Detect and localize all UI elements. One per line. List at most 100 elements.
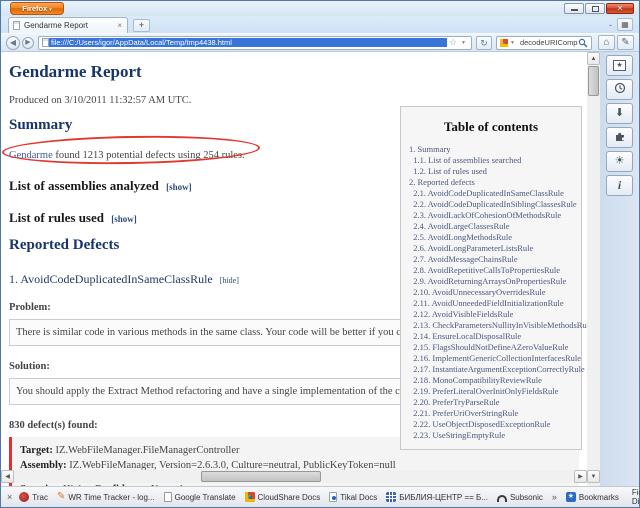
toc-item[interactable]: 2. Reported defects: [409, 177, 573, 188]
toc-item[interactable]: 2.6. AvoidLongParameterListsRule: [409, 243, 573, 254]
bookmark-trac[interactable]: Trac: [19, 492, 48, 502]
toc-item[interactable]: 2.11. AvoidUnneededFieldInitializationRu…: [409, 298, 573, 309]
gendarme-link[interactable]: Gendarme: [9, 150, 53, 161]
fiddler-status[interactable]: Fiddler: Disabled: [632, 488, 640, 506]
extension-button[interactable]: ✎: [617, 35, 634, 50]
toc-item[interactable]: 1.1. List of assemblies searched: [409, 155, 573, 166]
back-button[interactable]: ◀: [6, 35, 20, 50]
info-button[interactable]: i: [606, 175, 633, 196]
arrow-left-icon: ◀: [9, 37, 17, 47]
rules-show-link[interactable]: [show]: [111, 214, 137, 224]
bookmark-star-icon[interactable]: ☆: [449, 37, 457, 48]
bookmark-tikal-docs[interactable]: Tikal Docs: [329, 492, 377, 502]
scroll-left-icon[interactable]: ◀: [1, 470, 14, 483]
tikal-docs-icon: [329, 492, 338, 502]
scroll-right-icon[interactable]: ▶: [574, 470, 587, 483]
addons-button[interactable]: [606, 127, 633, 148]
maximize-button[interactable]: [585, 3, 605, 14]
minimize-icon: [570, 9, 578, 11]
sun-gear-icon: ☀: [614, 155, 625, 167]
bookmark-cloudshare-docs[interactable]: CloudShare Docs: [244, 492, 320, 502]
url-input[interactable]: file:///C:/Users/igor/AppData/Local/Temp…: [49, 38, 447, 47]
toc-item[interactable]: 2.21. PreferUriOverStringRule: [409, 408, 573, 419]
toc-item[interactable]: 2.5. AvoidLongMethodsRule: [409, 232, 573, 243]
feather-icon: ✎: [56, 491, 66, 502]
bookmark-wr-time-tracker[interactable]: ✎ WR Time Tracker - log...: [57, 492, 155, 502]
search-magnifier-icon[interactable]: [578, 38, 588, 48]
new-tab-button[interactable]: +: [133, 19, 150, 32]
toc-item[interactable]: 2.1. AvoidCodeDuplicatedInSameClassRule: [409, 188, 573, 199]
settings-button[interactable]: ☀: [606, 151, 633, 172]
vertical-scroll-thumb[interactable]: [588, 66, 599, 96]
maximize-icon: [591, 5, 599, 12]
forward-button[interactable]: ▶: [22, 36, 34, 49]
toc-item[interactable]: 1. Summary: [409, 144, 573, 155]
grid-icon: ▦: [621, 20, 629, 29]
tab-title: Gendarme Report: [24, 21, 89, 30]
addon-bar-close-icon[interactable]: ×: [7, 492, 12, 502]
toc-item[interactable]: 2.13. CheckParametersNullityInVisibleMet…: [409, 320, 587, 331]
scroll-down-icon[interactable]: ▼: [587, 470, 600, 483]
history-button[interactable]: [606, 79, 633, 100]
document-icon: [163, 492, 172, 502]
cloudshare-icon: [244, 492, 255, 502]
bookmark-label: БИБЛИЯ-ЦЕНТР == Б...: [399, 492, 488, 502]
firefox-menu-button[interactable]: Firefox ▾: [10, 2, 64, 15]
scroll-up-icon[interactable]: ▲: [587, 52, 600, 65]
tab-groups-button[interactable]: ▦: [617, 18, 633, 31]
toc-item[interactable]: 2.18. MonoCompatibilityReviewRule: [409, 375, 573, 386]
list-all-tabs-button[interactable]: -: [609, 20, 612, 30]
toc-item[interactable]: 2.17. InstantiateArgumentExceptionCorrec…: [409, 364, 584, 375]
bookmark-google-translate[interactable]: Google Translate: [163, 492, 236, 502]
download-arrow-icon: ⬇: [614, 107, 625, 119]
reload-button[interactable]: ↻: [476, 35, 492, 50]
toc-item[interactable]: 2.12. AvoidVisibleFieldsRule: [409, 309, 573, 320]
toc-item[interactable]: 2.19. PreferLiteralOverInitOnlyFieldsRul…: [409, 386, 573, 397]
firefox-menu-label: Firefox: [22, 4, 48, 13]
home-button[interactable]: ⌂: [598, 35, 615, 50]
toc-item[interactable]: 2.8. AvoidRepetitiveCallsToPropertiesRul…: [409, 265, 573, 276]
bookmark-label: Google Translate: [174, 492, 236, 502]
toc-item[interactable]: 2.3. AvoidLackOfCohesionOfMethodsRule: [409, 210, 573, 221]
url-bar[interactable]: file:///C:/Users/igor/AppData/Local/Temp…: [38, 35, 472, 50]
google-search-engine-icon[interactable]: [500, 38, 508, 47]
minimize-button[interactable]: [564, 3, 584, 14]
rule-1-hide-link[interactable]: [hide]: [220, 276, 239, 285]
assemblies-show-link[interactable]: [show]: [166, 182, 192, 192]
toc-item[interactable]: 2.14. EnsureLocalDisposalRule: [409, 331, 573, 342]
bookmarks-menu-button[interactable]: ★ Bookmarks: [565, 492, 619, 502]
toc-item[interactable]: 1.2. List of rules used: [409, 166, 573, 177]
toc-item[interactable]: 2.22. UseObjectDisposedExceptionRule: [409, 419, 573, 430]
table-of-contents: Table of contents 1. Summary 1.1. List o…: [400, 106, 587, 450]
bookmark-subsonic[interactable]: Subsonic: [496, 492, 543, 502]
bookmarks-sidebar-button[interactable]: ★: [606, 55, 633, 76]
toc-item[interactable]: 2.16. ImplementGenericCollectionInterfac…: [409, 353, 581, 364]
toc-item[interactable]: 2.15. FlagsShouldNotDefineAZeroValueRule: [409, 342, 573, 353]
toc-item[interactable]: 2.9. AvoidReturningArraysOnPropertiesRul…: [409, 276, 573, 287]
toc-item[interactable]: 2.7. AvoidMessageChainsRule: [409, 254, 573, 265]
search-engine-dropdown-icon[interactable]: ▼: [510, 40, 515, 46]
toc-item[interactable]: 2.10. AvoidUnnecessaryOverridesRule: [409, 287, 573, 298]
rule-1-title: 1. AvoidCodeDuplicatedInSameClassRule: [9, 272, 213, 286]
side-toolbar: ★ ⬇ ☀ i: [600, 52, 639, 486]
close-button[interactable]: ✕: [606, 3, 634, 14]
toc-list: 1. Summary 1.1. List of assemblies searc…: [409, 144, 587, 441]
reload-icon: ↻: [480, 37, 488, 48]
tab-gendarme-report[interactable]: Gendarme Report ×: [8, 17, 128, 33]
toc-item[interactable]: 2.2. AvoidCodeDuplicatedInSiblingClasses…: [409, 199, 576, 210]
toc-item[interactable]: 2.4. AvoidLargeClassesRule: [409, 221, 573, 232]
tab-close-icon[interactable]: ×: [116, 21, 123, 30]
addon-bar: × Trac ✎ WR Time Tracker - log... Google…: [1, 486, 640, 507]
url-dropdown-icon[interactable]: ▼: [461, 40, 466, 46]
horizontal-scroll-thumb[interactable]: [201, 471, 321, 482]
downloads-button[interactable]: ⬇: [606, 103, 633, 124]
target-label: Target:: [20, 445, 53, 456]
horizontal-scrollbar[interactable]: ◀ ▶: [1, 470, 587, 483]
search-input[interactable]: decodeURIComponent: [520, 38, 578, 47]
bookmark-biblia-centr[interactable]: БИБЛИЯ-ЦЕНТР == Б...: [386, 492, 488, 502]
toc-item[interactable]: 2.23. UseStringEmptyRule: [409, 430, 573, 441]
search-box[interactable]: ▼ decodeURIComponent: [496, 35, 592, 50]
bookmarks-overflow-button[interactable]: »: [552, 492, 557, 502]
vertical-scrollbar[interactable]: ▲ ▼: [587, 52, 600, 486]
toc-item[interactable]: 2.20. PreferTryParseRule: [409, 397, 573, 408]
